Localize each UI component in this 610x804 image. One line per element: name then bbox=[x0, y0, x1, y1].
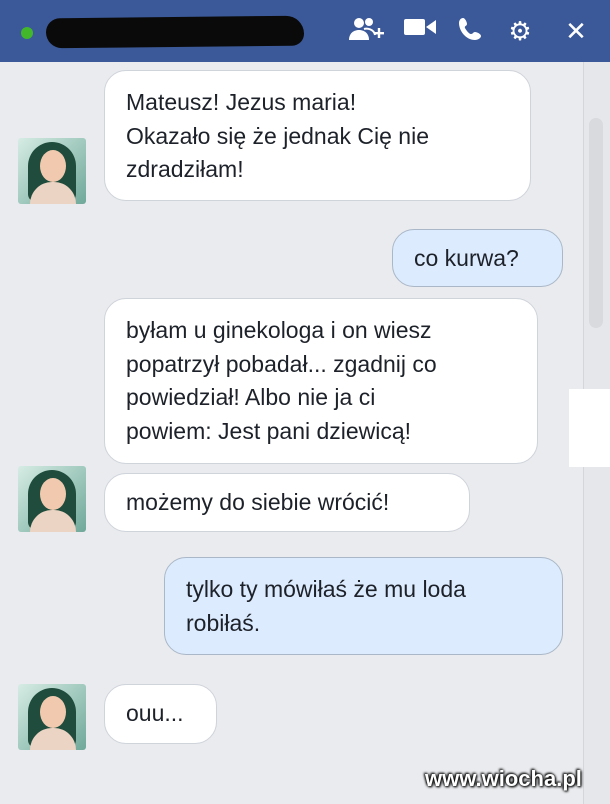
gear-icon[interactable]: ⚙ bbox=[505, 16, 535, 46]
online-status-indicator bbox=[21, 27, 33, 39]
phone-icon[interactable] bbox=[455, 16, 485, 46]
chat-header: ⚙ ✕ bbox=[0, 0, 610, 62]
message-bubble-incoming[interactable]: możemy do siebie wrócić! bbox=[104, 473, 470, 532]
message-bubble-outgoing[interactable]: co kurwa? bbox=[392, 229, 563, 287]
contact-avatar[interactable] bbox=[18, 466, 86, 532]
message-bubble-outgoing[interactable]: tylko ty mówiłaś że mu loda robiłaś. bbox=[164, 557, 563, 655]
close-icon[interactable]: ✕ bbox=[561, 16, 591, 46]
watermark: www.wiocha.pl bbox=[425, 766, 582, 791]
contact-avatar[interactable] bbox=[18, 684, 86, 750]
message-bubble-incoming[interactable]: Mateusz! Jezus maria! Okazało się że jed… bbox=[104, 70, 531, 201]
message-bubble-incoming[interactable]: byłam u ginekologa i on wiesz popatrzył … bbox=[104, 298, 538, 464]
blank-area bbox=[569, 389, 610, 467]
message-bubble-incoming[interactable]: ouu... bbox=[104, 684, 217, 744]
scrollbar-thumb[interactable] bbox=[589, 118, 603, 328]
add-person-icon[interactable] bbox=[347, 16, 385, 46]
redacted-contact-name bbox=[45, 15, 305, 49]
video-camera-icon[interactable] bbox=[403, 16, 437, 46]
contact-avatar[interactable] bbox=[18, 138, 86, 204]
